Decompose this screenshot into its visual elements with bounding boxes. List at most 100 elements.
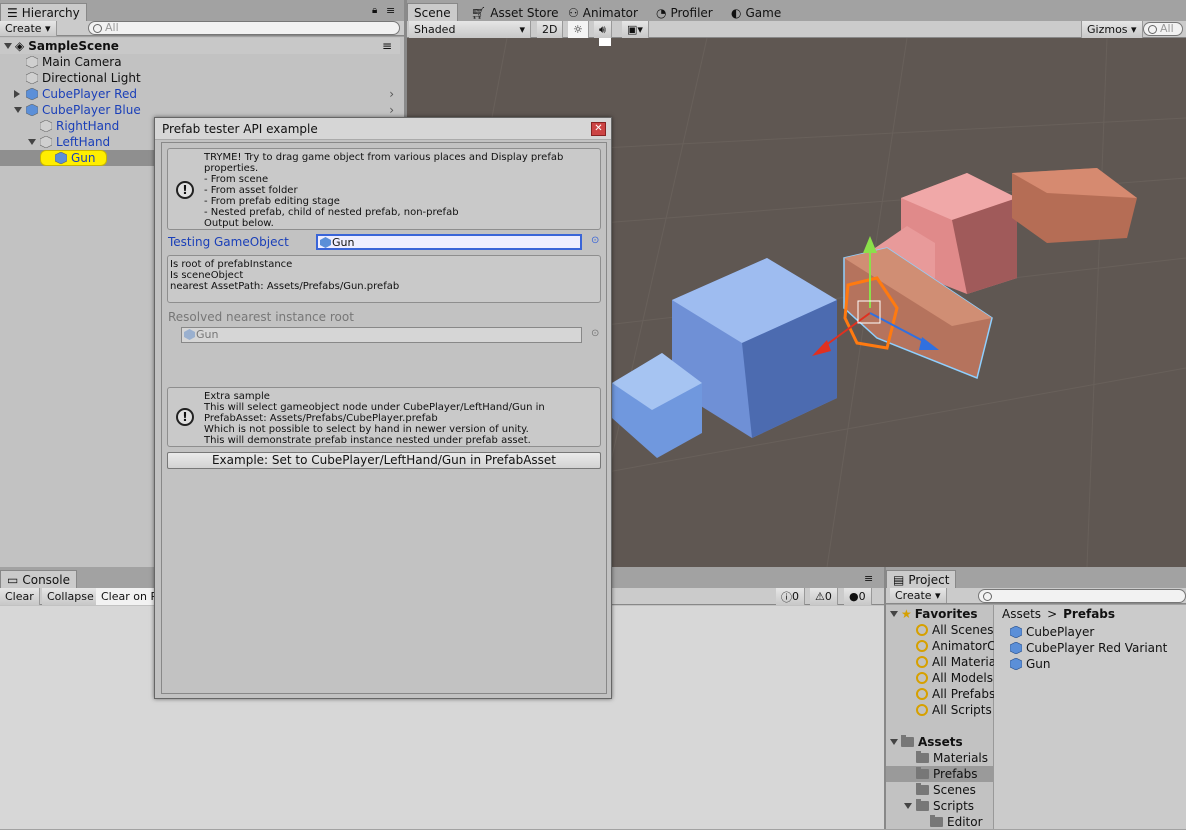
window-content: ! TRYME! Try to drag game object from va… [161,142,607,694]
expand-arrow-icon[interactable] [904,803,912,809]
menu-icon[interactable]: ≡ [864,572,873,585]
project-files-pane: Assets > Prefabs CubePlayer CubePlayer Red … [994,605,1186,829]
favorite-item[interactable]: All Prefabs [916,686,995,702]
expand-arrow-icon[interactable] [14,107,22,113]
hierarchy-item[interactable]: Main Camera [0,54,400,70]
hierarchy-item[interactable]: Directional Light [0,70,400,86]
folder-item[interactable]: Scripts [886,798,994,814]
hierarchy-item[interactable]: CubePlayer Red › [0,86,400,102]
menu-icon[interactable]: ≡ [382,39,392,53]
lock-icon[interactable]: 🔒︎ [372,5,377,16]
folder-icon [916,799,929,811]
project-create-button[interactable]: Create ▾ [890,588,947,603]
search-icon [916,672,928,684]
project-folder-tree: ★ Favorites All Scenes AnimatorC All Materi… [886,605,996,830]
asset-file-item[interactable]: CubePlayer [1009,624,1094,640]
scene-search-input[interactable]: All [1143,22,1183,36]
audio-toggle-icon[interactable]: 🔊︎ [594,21,612,38]
collapse-button[interactable]: Collapse [42,588,100,605]
testing-gameobject-field[interactable]: Gun [316,234,582,250]
cube-icon [25,71,39,85]
help1-line: TRYME! Try to drag game object from vari… [204,152,564,163]
breadcrumb-prefabs[interactable]: Prefabs [1063,607,1115,621]
cube-icon [54,151,68,165]
close-icon[interactable]: ✕ [591,122,606,136]
resolved-root-label: Resolved nearest instance root [168,310,354,324]
favorites-header[interactable]: ★ Favorites [890,606,977,622]
expand-arrow-icon[interactable] [28,139,36,145]
object-picker-icon[interactable]: ⊙ [591,235,599,246]
expand-arrow-icon[interactable] [4,43,12,49]
testing-gameobject-label: Testing GameObject [168,235,289,249]
prefab-icon [1009,657,1023,671]
favorite-item[interactable]: All Scenes [916,622,994,638]
gizmos-dropdown[interactable]: Gizmos ▾ [1081,21,1143,38]
y-axis-gizmo-icon [863,236,877,253]
warning-count-toggle[interactable]: ⚠︎ 0 [810,588,838,605]
console-icon: ▭ [7,573,19,587]
hierarchy-item[interactable]: CubePlayer Blue › [0,102,400,118]
output-line: Is sceneObject [170,270,244,281]
lighting-toggle-icon[interactable]: ☼ [568,21,589,38]
hierarchy-toolbar: Create ▾ All [0,21,404,36]
tab-console[interactable]: ▭ Console [0,570,77,589]
cube-icon [25,103,39,117]
log-count-toggle[interactable]: ⓘ 0 [776,588,805,605]
hierarchy-tabbar: ☰ Hierarchy 🔒︎ ≡ [0,0,404,22]
prefab-tester-window: Prefab tester API example ✕ ! TRYME! Try… [154,117,612,699]
expand-arrow-icon[interactable] [14,90,20,98]
scene-toolbar: Shaded ▾ 2D ☼ 🔊︎ ▣▾ Gizmos ▾ All [407,21,1186,38]
tab-asset-store[interactable]: 🛒︎ Asset Store [465,3,565,22]
tab-profiler[interactable]: ◔ Profiler [650,3,719,22]
cube-icon [25,55,39,69]
breadcrumb-assets[interactable]: Assets [1002,607,1041,621]
folder-item[interactable]: Editor [886,814,994,830]
effects-toggle-icon[interactable]: ▣▾ [622,21,649,38]
folder-item[interactable]: Materials [886,750,994,766]
favorite-item[interactable]: All Models [916,670,993,686]
chevron-right-icon[interactable]: › [389,87,394,101]
tab-animator[interactable]: ⚇ Animator [562,3,644,22]
window-titlebar[interactable]: Prefab tester API example ✕ [155,118,611,140]
scene-row[interactable]: ◈ SampleScene ≡ [0,38,400,54]
tab-scene[interactable]: Scene [407,3,458,22]
folder-icon [916,751,929,763]
expand-arrow-icon[interactable] [890,739,898,745]
asset-file-item[interactable]: CubePlayer Red Variant [1009,640,1167,656]
expand-arrow-icon[interactable] [890,611,898,617]
menu-icon[interactable]: ≡ [386,4,395,17]
cart-icon: 🛒︎ [471,5,487,20]
help2-line: This will demonstrate prefab instance ne… [204,435,531,446]
warning-icon: ⚠︎ [815,590,825,603]
help1-line: - From scene [204,174,269,185]
favorite-item[interactable]: AnimatorC [916,638,996,654]
toggle-2d-button[interactable]: 2D [537,21,564,38]
game-icon: ◐ [731,5,742,20]
project-panel: ▤ Project Create ▾ ★ Favorites All Scenes A… [884,567,1186,829]
search-icon [916,656,928,668]
error-count-toggle[interactable]: ● 0 [844,588,872,605]
cube-icon [39,119,53,133]
help1-line: properties. [204,163,259,174]
tab-hierarchy[interactable]: ☰ Hierarchy [0,3,87,22]
favorite-item[interactable]: All Materia [916,654,996,670]
help1-line: - From asset folder [204,185,298,196]
create-button[interactable]: Create ▾ [0,21,57,36]
clear-button[interactable]: Clear [0,588,40,605]
help1-line: - From prefab editing stage [204,196,340,207]
star-icon: ★ [901,607,912,621]
project-search-input[interactable] [978,589,1186,603]
asset-file-item[interactable]: Gun [1009,656,1051,672]
favorite-item[interactable]: All Scripts [916,702,992,718]
hierarchy-search-input[interactable]: All [88,21,400,35]
help2-line: PrefabAsset: Assets/Prefabs/CubePlayer.p… [204,413,438,424]
tab-project[interactable]: ▤ Project [886,570,957,589]
folder-item[interactable]: Prefabs [886,766,994,782]
tab-game[interactable]: ◐ Game [725,3,787,22]
folder-item[interactable]: Scenes [886,782,994,798]
chevron-right-icon[interactable]: › [389,103,394,117]
set-prefab-asset-button[interactable]: Example: Set to CubePlayer/LeftHand/Gun … [167,452,601,469]
shading-mode-dropdown[interactable]: Shaded ▾ [409,21,531,38]
assets-header[interactable]: Assets [890,734,963,750]
dropdown-arrow-icon: ▾ [519,23,525,36]
